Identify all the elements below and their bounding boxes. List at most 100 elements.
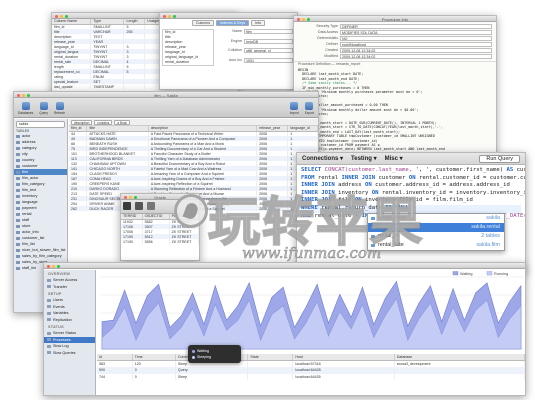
table-cell: 262 — [69, 206, 88, 211]
toolbar: Databases Query Refresh Import Export — [14, 98, 318, 118]
table-cell: TIMESTAMP — [90, 84, 125, 89]
activity-chart: Waiting Running — [100, 271, 523, 354]
table-icon[interactable] — [123, 202, 131, 210]
window-title: Oracle — [154, 194, 166, 200]
close-icon[interactable] — [55, 14, 58, 18]
tab-indexes-keys[interactable]: Indexes & Keys — [216, 20, 250, 26]
property-value[interactable]: 2009-12-08 12:34:02 — [340, 48, 492, 53]
menu-testing[interactable]: Testing ▾ — [351, 155, 377, 162]
legend-label: Waiting — [460, 272, 473, 276]
autocomplete-name: rental_id — [378, 233, 399, 239]
table-cell: Sleep — [175, 373, 249, 380]
legend-swatch — [452, 271, 459, 276]
toolbar-label: Import — [289, 111, 299, 115]
sidebar-item-replication[interactable]: Replication — [44, 317, 95, 324]
zoom-icon[interactable] — [173, 14, 176, 18]
refresh-button[interactable]: Refresh — [54, 102, 65, 115]
import-button[interactable]: Import — [290, 102, 299, 115]
field-label: Collation — [228, 48, 242, 52]
filter-bar: description contains a Boat — [69, 119, 318, 126]
field-label: Auto Inc — [228, 57, 242, 62]
title-bar — [44, 263, 525, 269]
property-label: Deterministic — [317, 36, 338, 40]
property-label: Data Access — [318, 30, 338, 34]
table-cell: 5556 — [142, 239, 170, 244]
mini-table: TERRID OBJECTID PARAM 11932 5582 ZK STREET 17… — [121, 214, 199, 244]
filter-icon[interactable] — [147, 202, 155, 210]
filter-field[interactable]: a Boat — [114, 119, 130, 125]
procedure-definition[interactable]: BEGIN DECLARE last_month_start DATE; DEC… — [294, 66, 496, 159]
property-label: Created — [325, 48, 338, 52]
query-button[interactable]: Query — [39, 102, 48, 115]
query-editor-window: Connections ▾ Testing ▾ Misc ▾ Run Query SE… — [296, 152, 526, 274]
minimize-icon[interactable] — [168, 14, 171, 18]
code-line: WHERE rental.return_date IS NULL — [301, 204, 521, 213]
query-icon — [39, 102, 48, 110]
legend-dot-icon — [192, 355, 195, 359]
autocomplete-item[interactable]: rental_duration sakila.rental — [368, 223, 504, 232]
toolbar-label: Databases — [18, 111, 34, 115]
field-value[interactable]: 1001 — [244, 57, 293, 63]
editor-toolbar: Connections ▾ Testing ▾ Misc ▾ Run Query — [297, 153, 525, 165]
column-list: film_id title description release_year langu… — [162, 29, 214, 66]
property-value[interactable]: MODIFIES SQL DATA — [340, 30, 492, 35]
field-value[interactable]: utf8_general_ci — [244, 48, 293, 53]
filter-field[interactable]: description — [71, 119, 93, 125]
code-line: FROM rental INNER JOIN customer ON renta… — [301, 174, 525, 181]
menu-misc[interactable]: Misc ▾ — [385, 155, 403, 162]
property-value[interactable]: 2009-12-08 12:34:02 — [340, 54, 492, 59]
table-cell: 0 — [132, 373, 176, 380]
tab-columns[interactable]: Columns — [191, 20, 215, 26]
process-table-wrap: Id Time Command State Host Database 583 120 Sle… — [97, 354, 525, 395]
minimize-icon[interactable] — [52, 264, 55, 268]
toolbar-label: Query — [39, 111, 48, 115]
autocomplete-item[interactable]: rental_date sakila — [368, 214, 504, 223]
export-button[interactable]: Export — [305, 102, 314, 115]
property-value[interactable]: NO — [340, 36, 492, 41]
close-icon[interactable] — [163, 14, 166, 18]
table-cell — [123, 84, 146, 89]
field-value[interactable]: film — [244, 29, 293, 34]
popup-label: Waiting — [197, 349, 209, 353]
list-item[interactable]: rental_duration — [163, 60, 213, 65]
autocomplete-item[interactable]: rental_id 2 tables — [368, 232, 504, 241]
autocomplete-type: 2 tables — [481, 233, 500, 239]
process-row[interactable]: 744 0 Sleep localhost:64435 — [97, 373, 525, 380]
mini-toolbar — [121, 200, 199, 214]
table-row[interactable]: 17190 5556 ZK STREET — [121, 239, 199, 244]
toolbar-right: Import Export — [290, 102, 314, 115]
property-value[interactable]: root@localhost — [340, 42, 492, 47]
table-cell — [394, 373, 525, 380]
code-line: INNER JOIN inventory ON rental.inventory… — [301, 189, 526, 196]
tab-info[interactable]: Info — [251, 20, 266, 26]
tab-bar: Columns Indexes & Keys Info — [160, 19, 297, 27]
property-label: Definer — [326, 42, 338, 46]
title-bar: Procedure Info — [294, 16, 496, 22]
databases-button[interactable]: Databases — [18, 102, 33, 115]
chart-icon[interactable] — [135, 202, 143, 210]
sidebar-group-status: STATUS — [48, 325, 64, 329]
run-query-button[interactable]: Run Query — [479, 154, 520, 163]
menu-connections[interactable]: Connections ▾ — [302, 155, 343, 162]
close-icon[interactable] — [47, 264, 50, 268]
autocomplete-name: rental_duration — [378, 224, 414, 230]
table-cell: last_update — [52, 84, 92, 89]
autocomplete-name: rental_rate — [378, 242, 404, 248]
popup-item[interactable]: Sleeping — [192, 354, 237, 360]
property-value[interactable]: DEFINER — [340, 24, 492, 29]
database-select[interactable]: sakila — [16, 121, 65, 128]
filter-field[interactable]: contains — [94, 119, 113, 125]
table-cell: ZK STREET — [169, 239, 199, 244]
minimize-icon[interactable] — [60, 14, 63, 18]
activity-chart-svg: Waiting Running — [100, 271, 523, 350]
autocomplete-item[interactable]: rental_rate sakila.film — [368, 241, 504, 250]
zoom-icon[interactable] — [57, 264, 60, 268]
table-cell: localhost:64435 — [292, 373, 395, 380]
autocomplete-type: sakila — [486, 215, 500, 221]
field-label: Engine — [230, 38, 242, 43]
legend-label: Running — [494, 272, 508, 276]
field-value[interactable]: InnoDB — [244, 38, 293, 44]
sidebar-item-transfer[interactable]: Transfer — [44, 284, 95, 291]
sidebar-item-slow-queries[interactable]: Slow Queries — [44, 350, 95, 357]
zoom-icon[interactable] — [65, 14, 68, 18]
